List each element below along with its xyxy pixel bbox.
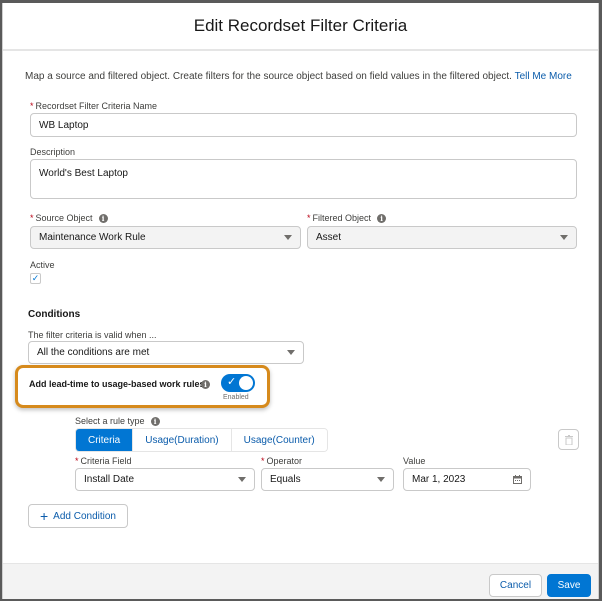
- valid-when-label: The filter criteria is valid when ...: [28, 330, 157, 340]
- operator-value: Equals: [270, 474, 301, 485]
- required-marker: *: [30, 101, 34, 111]
- active-checkbox[interactable]: ✓: [30, 273, 41, 284]
- source-object-label: * Source Object i: [30, 213, 108, 223]
- source-object-label-text: Source Object: [35, 213, 93, 223]
- plus-icon: +: [39, 508, 49, 524]
- value-date-value: Mar 1, 2023: [412, 474, 466, 485]
- valid-when-select[interactable]: All the conditions are met: [28, 341, 304, 364]
- info-icon[interactable]: i: [98, 213, 108, 223]
- source-object-select[interactable]: Maintenance Work Rule: [30, 226, 301, 249]
- info-icon[interactable]: i: [201, 380, 210, 389]
- chevron-down-icon: [560, 235, 568, 240]
- source-object-value: Maintenance Work Rule: [39, 232, 146, 243]
- toggle-state-text: Enabled: [223, 394, 249, 401]
- criteria-field-label: * Criteria Field: [75, 456, 132, 466]
- calendar-icon[interactable]: [513, 475, 522, 484]
- criteria-field-value: Install Date: [84, 474, 135, 485]
- save-button[interactable]: Save: [547, 574, 591, 597]
- modal: Edit Recordset Filter Criteria Map a sou…: [2, 3, 599, 599]
- value-label: Value: [403, 456, 425, 466]
- lead-time-toggle[interactable]: ✓: [221, 374, 255, 392]
- tab-criteria[interactable]: Criteria: [76, 429, 134, 451]
- rule-type-label-text: Select a rule type: [75, 416, 145, 426]
- value-date-input[interactable]: Mar 1, 2023: [403, 468, 531, 491]
- criteria-field-label-text: Criteria Field: [80, 456, 132, 466]
- filtered-object-label: * Filtered Object i: [307, 213, 387, 223]
- chevron-down-icon: [287, 350, 295, 355]
- filtered-object-label-text: Filtered Object: [312, 213, 372, 223]
- description-label: Description: [30, 147, 75, 157]
- operator-label: * Operator: [261, 456, 302, 466]
- checkmark-icon: ✓: [227, 376, 237, 388]
- rule-type-label: Select a rule type i: [75, 416, 160, 426]
- filtered-object-value: Asset: [316, 232, 342, 243]
- required-marker: *: [307, 213, 311, 223]
- tab-usage-duration[interactable]: Usage(Duration): [133, 429, 232, 451]
- value-label-text: Value: [403, 456, 426, 466]
- add-condition-label: Add Condition: [53, 510, 116, 522]
- checkmark-icon: ✓: [31, 273, 40, 283]
- cancel-button[interactable]: Cancel: [489, 574, 542, 597]
- tab-usage-counter[interactable]: Usage(Counter): [231, 429, 327, 451]
- valid-when-label-text: The filter criteria is valid when ...: [28, 330, 157, 340]
- trash-icon: [564, 434, 573, 445]
- tell-me-more-link[interactable]: Tell Me More: [515, 71, 572, 82]
- active-label-text: Active: [30, 260, 55, 270]
- valid-when-value: All the conditions are met: [37, 347, 150, 358]
- name-input[interactable]: WB Laptop: [30, 113, 577, 137]
- chevron-down-icon: [377, 477, 385, 482]
- modal-body: Map a source and filtered object. Create…: [3, 51, 598, 564]
- lead-time-highlight: Add lead-time to usage-based work rules …: [15, 365, 270, 408]
- add-condition-button[interactable]: + Add Condition: [28, 504, 128, 528]
- name-label-text: Recordset Filter Criteria Name: [35, 101, 158, 111]
- rule-type-tabs: Criteria Usage(Duration) Usage(Counter): [75, 428, 328, 452]
- required-marker: *: [261, 456, 265, 466]
- modal-header: Edit Recordset Filter Criteria: [3, 3, 598, 51]
- info-icon[interactable]: i: [377, 213, 387, 223]
- modal-title: Edit Recordset Filter Criteria: [193, 16, 408, 35]
- intro-description: Map a source and filtered object. Create…: [25, 71, 512, 82]
- modal-footer: Cancel Save: [3, 563, 598, 599]
- description-label-text: Description: [30, 147, 76, 157]
- intro-text: Map a source and filtered object. Create…: [25, 71, 572, 82]
- filtered-object-select[interactable]: Asset: [307, 226, 577, 249]
- chevron-down-icon: [238, 477, 246, 482]
- delete-condition-button[interactable]: [558, 429, 579, 450]
- active-label: Active: [30, 260, 55, 270]
- criteria-field-select[interactable]: Install Date: [75, 468, 255, 491]
- name-value: WB Laptop: [39, 119, 89, 131]
- conditions-title: Conditions: [28, 309, 81, 320]
- chevron-down-icon: [284, 235, 292, 240]
- name-label: * Recordset Filter Criteria Name: [30, 101, 157, 111]
- description-value: World's Best Laptop: [39, 168, 128, 179]
- description-textarea[interactable]: World's Best Laptop: [30, 159, 577, 199]
- toggle-knob: [239, 376, 253, 390]
- operator-label-text: Operator: [266, 456, 303, 466]
- operator-select[interactable]: Equals: [261, 468, 394, 491]
- lead-time-label: Add lead-time to usage-based work rules: [29, 379, 205, 389]
- required-marker: *: [75, 456, 79, 466]
- required-marker: *: [30, 213, 34, 223]
- info-icon[interactable]: i: [150, 416, 160, 426]
